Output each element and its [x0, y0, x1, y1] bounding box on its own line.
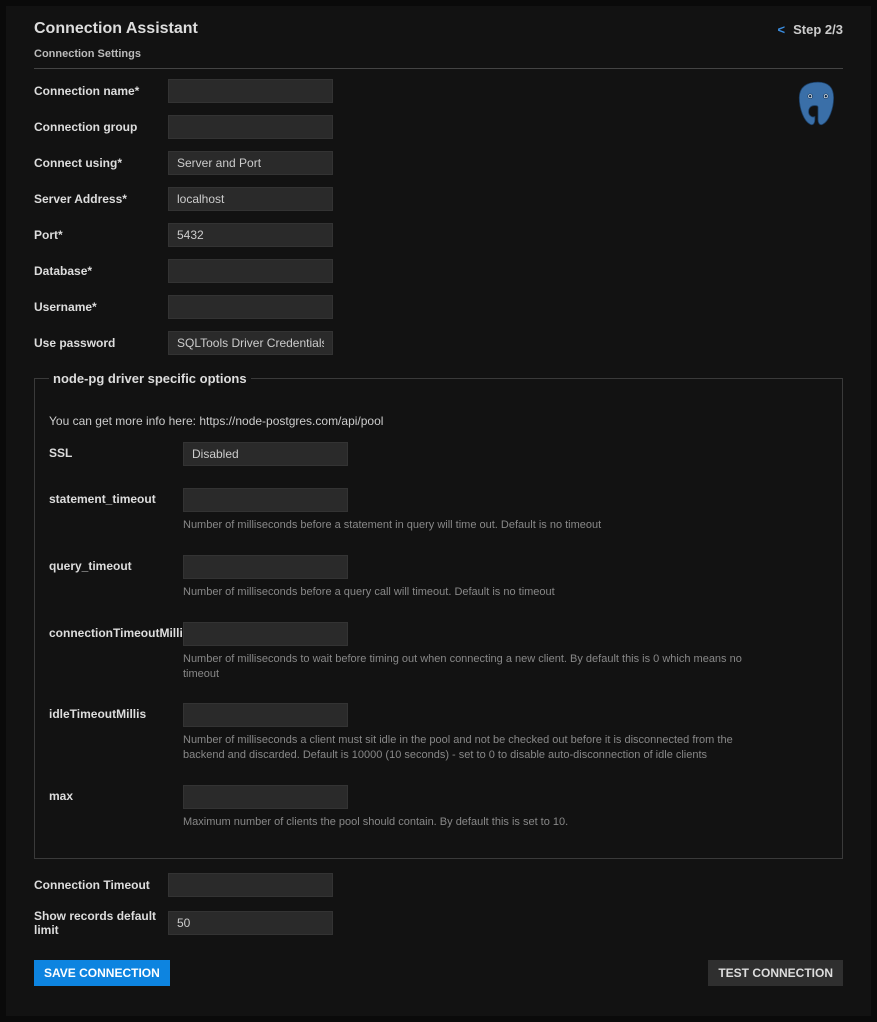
username-label: Username* [34, 300, 168, 314]
ssl-label: SSL [49, 442, 183, 460]
idle-timeout-millis-input[interactable] [183, 703, 348, 727]
step-label: Step 2/3 [793, 22, 843, 37]
query-timeout-input[interactable] [183, 555, 348, 579]
save-connection-button[interactable]: SAVE CONNECTION [34, 960, 170, 986]
statement-timeout-input[interactable] [183, 488, 348, 512]
use-password-select[interactable]: SQLTools Driver Credentials [168, 331, 333, 355]
connect-using-select[interactable]: Server and Port [168, 151, 333, 175]
server-address-input[interactable] [168, 187, 333, 211]
query-timeout-help: Number of milliseconds before a query ca… [183, 585, 743, 600]
connection-timeout-millis-label: connectionTimeoutMillis [49, 622, 183, 640]
divider [34, 68, 843, 69]
connect-using-label: Connect using* [34, 156, 168, 170]
connection-name-input[interactable] [168, 79, 333, 103]
connection-timeout-millis-input[interactable] [183, 622, 348, 646]
max-help: Maximum number of clients the pool shoul… [183, 815, 743, 830]
connection-timeout-millis-help: Number of milliseconds to wait before ti… [183, 652, 743, 682]
username-input[interactable] [168, 295, 333, 319]
test-connection-button[interactable]: TEST CONNECTION [708, 960, 843, 986]
server-address-label: Server Address* [34, 192, 168, 206]
connection-timeout-input[interactable] [168, 873, 333, 897]
idle-timeout-millis-help: Number of milliseconds a client must sit… [183, 733, 743, 763]
subheader: Connection Settings [6, 42, 871, 68]
back-arrow-icon[interactable]: < [778, 22, 786, 37]
use-password-label: Use password [34, 336, 168, 350]
max-input[interactable] [183, 785, 348, 809]
max-label: max [49, 785, 183, 803]
postgresql-logo-icon [793, 79, 843, 132]
show-records-limit-input[interactable] [168, 911, 333, 935]
connection-name-label: Connection name* [34, 84, 168, 98]
port-input[interactable] [168, 223, 333, 247]
connection-timeout-label: Connection Timeout [34, 878, 168, 892]
show-records-limit-label: Show records default limit [34, 909, 168, 938]
connection-group-input[interactable] [168, 115, 333, 139]
driver-options-legend: node-pg driver specific options [49, 371, 251, 386]
database-input[interactable] [168, 259, 333, 283]
ssl-select[interactable]: Disabled [183, 442, 348, 466]
connection-group-label: Connection group [34, 120, 168, 134]
idle-timeout-millis-label: idleTimeoutMillis [49, 703, 183, 721]
database-label: Database* [34, 264, 168, 278]
statement-timeout-help: Number of milliseconds before a statemen… [183, 518, 743, 533]
statement-timeout-label: statement_timeout [49, 488, 183, 506]
driver-info-text: You can get more info here: https://node… [49, 414, 828, 428]
page-title: Connection Assistant [34, 20, 198, 38]
port-label: Port* [34, 228, 168, 242]
header: Connection Assistant < Step 2/3 [6, 20, 871, 42]
step-nav: < Step 2/3 [778, 22, 843, 37]
driver-options-fieldset: node-pg driver specific options You can … [34, 371, 843, 859]
query-timeout-label: query_timeout [49, 555, 183, 573]
